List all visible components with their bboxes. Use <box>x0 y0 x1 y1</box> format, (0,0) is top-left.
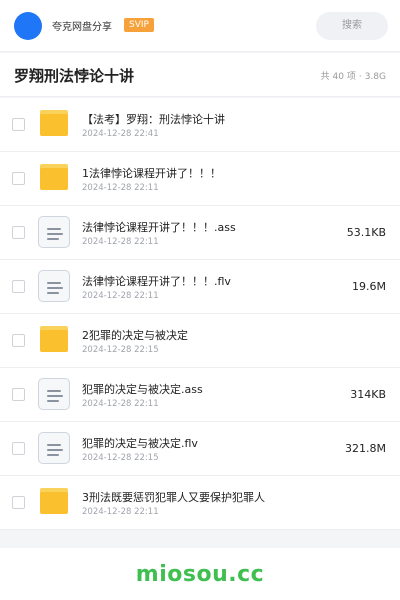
document-icon <box>38 378 70 410</box>
row-checkbox[interactable] <box>12 118 25 131</box>
document-icon <box>38 432 70 464</box>
row-checkbox[interactable] <box>12 280 25 293</box>
file-date: 2024-12-28 22:11 <box>82 399 159 409</box>
folder-icon <box>40 110 68 136</box>
file-size: 19.6M <box>352 280 386 293</box>
row-checkbox[interactable] <box>12 226 25 239</box>
svip-badge: SVIP <box>124 18 154 32</box>
folder-meta: 共 40 项 · 3.8G <box>321 69 386 82</box>
search-button[interactable]: 搜索 <box>316 12 388 40</box>
file-size: 321.8M <box>345 442 386 455</box>
file-row[interactable]: 法律悖论课程开讲了！！！.ass 2024-12-28 22:11 53.1KB <box>0 206 400 260</box>
file-name[interactable]: 3刑法既要惩罚犯罪人又要保护犯罪人 <box>82 489 265 505</box>
top-bar: 夸克网盘分享 SVIP 搜索 <box>0 0 400 52</box>
total-size: 3.8G <box>364 72 386 82</box>
folder-icon <box>40 164 68 190</box>
row-checkbox[interactable] <box>12 172 25 185</box>
file-row[interactable]: 2犯罪的决定与被决定 2024-12-28 22:15 <box>0 314 400 368</box>
share-owner-name: 夸克网盘分享 <box>52 22 112 33</box>
file-size: 53.1KB <box>346 226 386 239</box>
file-date: 2024-12-28 22:11 <box>82 291 159 301</box>
document-icon <box>38 270 70 302</box>
row-checkbox[interactable] <box>12 334 25 347</box>
file-name[interactable]: 1法律悖论课程开讲了！！！ <box>82 165 221 181</box>
footer: miosou.cc <box>0 548 400 600</box>
title-bar: 罗翔刑法悖论十讲 共 40 项 · 3.8G <box>0 53 400 97</box>
file-name[interactable]: 【法考】罗翔：刑法悖论十讲 <box>82 111 225 127</box>
file-date: 2024-12-28 22:41 <box>82 129 159 139</box>
meta-separator: · <box>358 72 362 82</box>
file-size: 314KB <box>350 388 386 401</box>
file-date: 2024-12-28 22:15 <box>82 453 159 463</box>
file-list: 【法考】罗翔：刑法悖论十讲 2024-12-28 22:41 1法律悖论课程开讲了！… <box>0 98 400 530</box>
row-checkbox[interactable] <box>12 388 25 401</box>
file-date: 2024-12-28 22:15 <box>82 345 159 355</box>
item-count: 共 40 项 <box>320 72 356 82</box>
file-row[interactable]: 犯罪的决定与被决定.ass 2024-12-28 22:11 314KB <box>0 368 400 422</box>
file-date: 2024-12-28 22:11 <box>82 507 159 517</box>
row-checkbox[interactable] <box>12 442 25 455</box>
folder-icon <box>40 488 68 514</box>
file-row[interactable]: 【法考】罗翔：刑法悖论十讲 2024-12-28 22:41 <box>0 98 400 152</box>
file-row[interactable]: 3刑法既要惩罚犯罪人又要保护犯罪人 2024-12-28 22:11 <box>0 476 400 530</box>
file-date: 2024-12-28 22:11 <box>82 237 159 247</box>
file-name[interactable]: 2犯罪的决定与被决定 <box>82 327 188 343</box>
avatar[interactable] <box>14 12 42 40</box>
file-row[interactable]: 法律悖论课程开讲了！！！.flv 2024-12-28 22:11 19.6M <box>0 260 400 314</box>
file-row[interactable]: 犯罪的决定与被决定.flv 2024-12-28 22:15 321.8M <box>0 422 400 476</box>
folder-icon <box>40 326 68 352</box>
file-name[interactable]: 犯罪的决定与被决定.flv <box>82 435 198 451</box>
watermark: miosou.cc <box>135 562 265 587</box>
file-date: 2024-12-28 22:11 <box>82 183 159 193</box>
row-checkbox[interactable] <box>12 496 25 509</box>
page-title: 罗翔刑法悖论十讲 <box>14 67 135 85</box>
file-name[interactable]: 法律悖论课程开讲了！！！.ass <box>82 219 236 235</box>
file-name[interactable]: 犯罪的决定与被决定.ass <box>82 381 203 397</box>
document-icon <box>38 216 70 248</box>
file-row[interactable]: 1法律悖论课程开讲了！！！ 2024-12-28 22:11 <box>0 152 400 206</box>
file-name[interactable]: 法律悖论课程开讲了！！！.flv <box>82 273 231 289</box>
